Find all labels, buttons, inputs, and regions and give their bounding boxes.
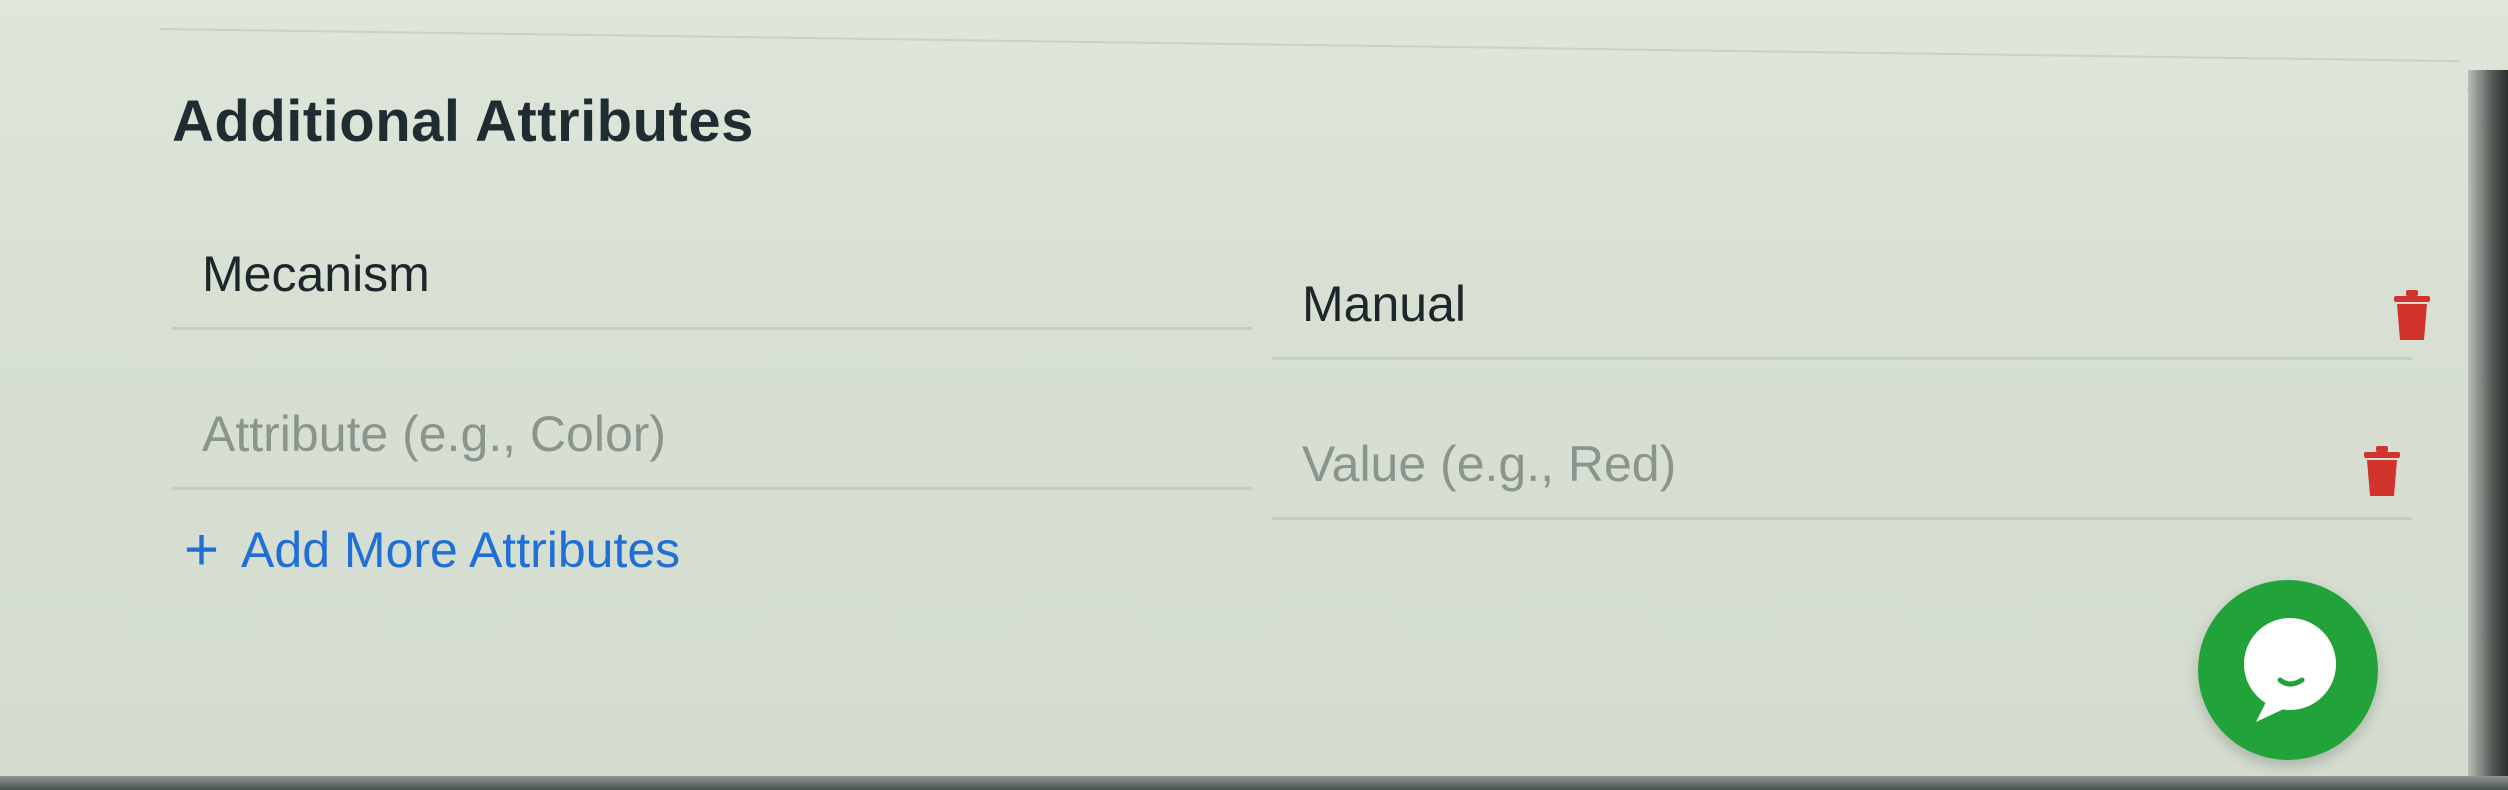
attribute-row	[172, 220, 2430, 360]
attribute-value-input[interactable]	[1272, 410, 2412, 520]
section-title: Additional Attributes	[172, 89, 754, 154]
attribute-key-field	[172, 220, 1252, 330]
chat-button[interactable]	[2198, 580, 2378, 760]
window-edge	[2468, 70, 2508, 790]
attributes-page: Additional Attributes + Add More Attribu…	[0, 0, 2508, 790]
add-more-attributes-button[interactable]: + Add More Attributes	[184, 520, 680, 580]
trash-icon[interactable]	[2392, 290, 2432, 342]
attribute-key-input[interactable]	[172, 220, 1252, 330]
attribute-key-input[interactable]	[172, 380, 1252, 490]
top-divider	[159, 28, 2460, 63]
add-more-attributes-label: Add More Attributes	[241, 522, 681, 578]
trash-icon[interactable]	[2362, 446, 2402, 498]
chat-icon	[2244, 618, 2336, 722]
attribute-value-field	[1272, 250, 2412, 360]
attribute-row	[172, 380, 2422, 520]
attribute-value-input[interactable]	[1272, 250, 2412, 360]
attribute-key-field	[172, 380, 1252, 490]
window-bottom-edge	[0, 776, 2508, 790]
attribute-value-field	[1272, 410, 2412, 520]
plus-icon: +	[184, 516, 220, 583]
